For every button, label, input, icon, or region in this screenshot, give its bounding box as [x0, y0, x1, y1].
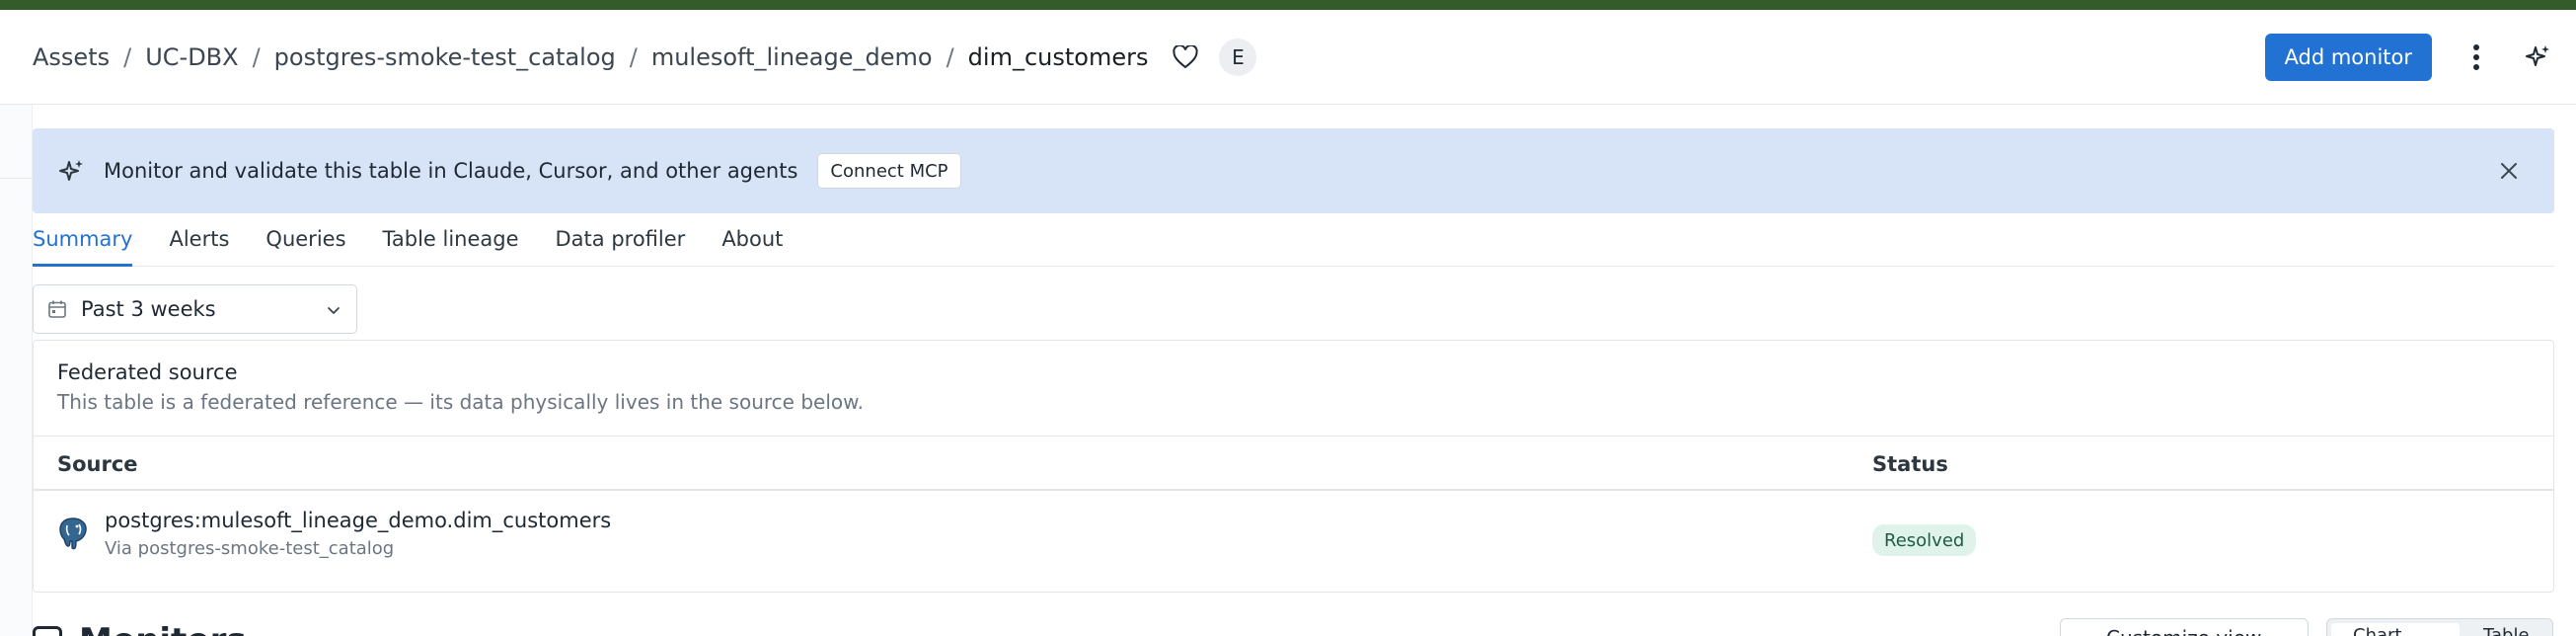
card-title: Federated source	[57, 360, 238, 384]
table-row[interactable]: postgres:mulesoft_lineage_demo.dim_custo…	[34, 491, 2553, 594]
sparkle-icon[interactable]	[2521, 38, 2556, 77]
monitors-title: Monitors	[79, 621, 247, 636]
source-via: Via postgres-smoke-test_catalog	[105, 538, 395, 559]
calendar-icon	[47, 299, 67, 319]
add-monitor-button[interactable]: Add monitor	[2264, 34, 2432, 81]
monitor-icon	[33, 626, 62, 636]
date-range-value: Past 3 weeks	[81, 297, 216, 321]
left-sidebar-strip	[0, 105, 33, 636]
banner-text: Monitor and validate this table in Claud…	[104, 159, 798, 183]
view-toggle-table[interactable]: Table	[2462, 623, 2550, 636]
avatar[interactable]: E	[1219, 38, 1257, 76]
tab-data-profiler[interactable]: Data profiler	[556, 227, 686, 266]
heart-icon[interactable]	[1170, 41, 1201, 73]
page-title: dim_customers	[967, 42, 1149, 71]
kebab-menu-icon[interactable]	[2462, 38, 2491, 77]
breadcrumb: Assets / UC-DBX / postgres-smoke-test_ca…	[33, 38, 1257, 76]
sparkle-icon	[58, 157, 86, 185]
tab-summary[interactable]: Summary	[33, 227, 133, 267]
header-actions: Add monitor	[2264, 34, 2557, 81]
tab-queries[interactable]: Queries	[265, 227, 345, 266]
column-header-status: Status	[1872, 452, 1948, 476]
breadcrumb-item-assets[interactable]: Assets	[33, 43, 110, 71]
breadcrumb-separator: /	[123, 42, 132, 71]
mcp-banner: Monitor and validate this table in Claud…	[33, 128, 2554, 213]
connect-mcp-button[interactable]: Connect MCP	[817, 153, 961, 189]
postgres-elephant-icon	[57, 517, 89, 550]
breadcrumb-item-uc-dbx[interactable]: UC-DBX	[145, 43, 238, 71]
federated-source-card: Federated source This table is a federat…	[33, 340, 2554, 593]
customize-view-label: Customize view	[2106, 626, 2261, 636]
breadcrumb-separator: /	[946, 42, 954, 71]
breadcrumb-item-catalog[interactable]: postgres-smoke-test_catalog	[274, 43, 616, 71]
top-accent-bar	[0, 0, 2576, 10]
breadcrumb-item-schema[interactable]: mulesoft_lineage_demo	[651, 43, 933, 71]
breadcrumb-separator: /	[629, 42, 638, 71]
close-icon[interactable]	[2493, 155, 2525, 187]
breadcrumb-separator: /	[252, 42, 261, 71]
tab-about[interactable]: About	[721, 227, 783, 266]
status-badge: Resolved	[1872, 524, 1977, 556]
chevron-down-icon	[325, 300, 342, 318]
tab-alerts[interactable]: Alerts	[169, 227, 229, 266]
view-toggle-chart-label: Chart	[2353, 625, 2402, 636]
table-header: Source Status	[34, 436, 2553, 491]
tab-bar: Summary Alerts Queries Table lineage Dat…	[33, 213, 2554, 267]
view-toggle: Chart Table	[2326, 618, 2553, 636]
source-name[interactable]: postgres:mulesoft_lineage_demo.dim_custo…	[105, 509, 611, 532]
tab-table-lineage[interactable]: Table lineage	[383, 227, 519, 266]
page-header: Assets / UC-DBX / postgres-smoke-test_ca…	[0, 10, 2576, 105]
view-toggle-chart[interactable]: Chart	[2331, 623, 2460, 636]
column-header-source: Source	[57, 452, 138, 476]
monitors-section-header: Monitors Customize view Chart Table	[0, 612, 2576, 636]
view-toggle-table-label: Table	[2483, 625, 2530, 636]
customize-view-button[interactable]: Customize view	[2060, 618, 2309, 636]
card-description: This table is a federated reference — it…	[57, 390, 864, 414]
date-range-select[interactable]: Past 3 weeks	[33, 284, 357, 334]
